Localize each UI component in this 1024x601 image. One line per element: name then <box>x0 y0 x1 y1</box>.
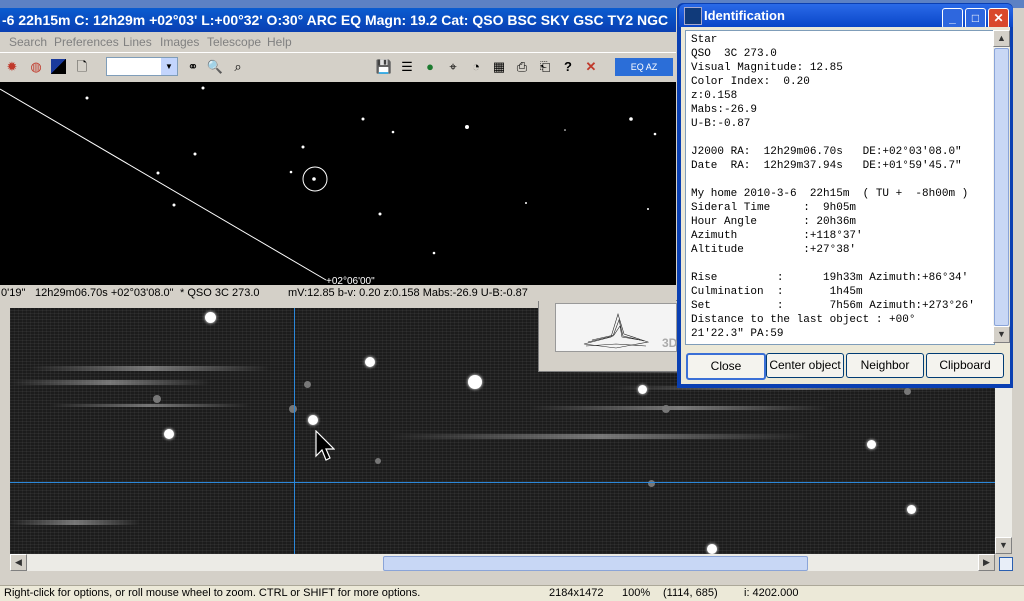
telescope-icon[interactable]: ⌖ <box>444 58 462 76</box>
identification-text[interactable]: Star QSO 3C 273.0 Visual Magnitude: 12.8… <box>685 30 995 345</box>
horizontal-scroll-thumb[interactable] <box>383 556 808 571</box>
status-hint: Right-click for options, or roll mouse w… <box>4 587 421 599</box>
menu-images[interactable]: Images <box>160 35 199 49</box>
mouse-cursor-icon <box>315 430 335 461</box>
crosshair-horizontal <box>10 482 995 483</box>
status-object: * QSO 3C 273.0 <box>180 287 260 299</box>
close-button[interactable]: Close <box>686 353 766 380</box>
list-icon[interactable]: ☰ <box>398 58 416 76</box>
page-icon[interactable]: 🗋 <box>73 58 91 76</box>
map-status-bar: 0'19" 12h29m06.70s +02°03'08.0" * QSO 3C… <box>0 285 676 301</box>
help-icon[interactable]: ? <box>559 58 577 76</box>
identification-scrollbar[interactable]: ▲ ▼ <box>993 30 1010 343</box>
menu-search[interactable]: Search <box>9 35 47 49</box>
binoculars-icon[interactable]: ⚭ <box>184 58 202 76</box>
menu-preferences[interactable]: Preferences <box>54 35 119 49</box>
status-cursor: (1114, 685) <box>663 587 718 599</box>
eq-az-toggle-icon[interactable]: EQ AZ <box>615 58 673 76</box>
zoom-out-icon[interactable]: ⌕ <box>229 58 247 76</box>
planet-icon[interactable]: ◍ <box>27 58 45 76</box>
maximize-icon[interactable]: □ <box>965 8 986 29</box>
window-title: -6 22h15m C: 12h29m +02°03' L:+00°32' O:… <box>2 12 669 28</box>
status-image-size: 2184x1472 <box>549 587 604 599</box>
crosshair-vertical <box>294 308 295 554</box>
cdc-title-bar: -6 22h15m C: 12h29m +02°03' L:+00°32' O:… <box>0 8 676 32</box>
menu-help[interactable]: Help <box>267 35 292 49</box>
field-combo[interactable]: ▼ <box>106 57 178 76</box>
status-coords: 12h29m06.70s +02°03'08.0" <box>35 287 174 299</box>
calendar-icon[interactable]: ▦ <box>490 58 508 76</box>
scroll-right-arrow-icon[interactable]: ▶ <box>978 554 995 571</box>
grid-label: +02°06'00" <box>326 276 375 285</box>
sun-icon[interactable]: ✹ <box>3 58 21 76</box>
resize-grip-icon[interactable] <box>999 557 1013 571</box>
minimize-icon[interactable]: _ <box>942 8 963 29</box>
identification-title: Identification <box>704 8 785 23</box>
window-close-icon[interactable]: ✕ <box>988 8 1009 29</box>
menu-lines[interactable]: Lines <box>123 35 152 49</box>
center-object-button[interactable]: Center object <box>766 353 844 378</box>
scroll-left-arrow-icon[interactable]: ◀ <box>10 554 27 571</box>
neighbor-button[interactable]: Neighbor <box>846 353 924 378</box>
sky-map[interactable]: +02°06'00" <box>0 82 676 285</box>
object-info: Star QSO 3C 273.0 Visual Magnitude: 12.8… <box>691 34 975 340</box>
3d-plot <box>555 303 677 352</box>
scroll-down-arrow-icon[interactable]: ▼ <box>993 326 1010 343</box>
menu-bar: Search Preferences Lines Images Telescop… <box>0 32 676 52</box>
identification-title-bar[interactable]: Identification _ □ ✕ <box>679 4 1013 29</box>
globe-icon[interactable]: ● <box>421 58 439 76</box>
scroll-down-arrow-icon[interactable]: ▼ <box>995 537 1012 554</box>
zoom-icon[interactable]: 🔍 <box>206 58 224 76</box>
app-icon <box>684 7 702 25</box>
scroll-thumb[interactable] <box>994 48 1009 326</box>
toolbar: ✹ ◍ 🗋 ⚭ 🔍 ⌕ 💾 ☰ ● ⌖ ◔ ▦ ⎙ ⎗ ? ✕ EQ AZ <box>0 52 676 83</box>
gauge-icon[interactable]: ◔ <box>467 58 485 76</box>
printer-setup-icon[interactable]: ⎗ <box>536 58 554 76</box>
status-intensity: i: 4202.000 <box>744 587 799 599</box>
clipboard-button[interactable]: Clipboard <box>926 353 1004 378</box>
scroll-up-arrow-icon[interactable]: ▲ <box>993 30 1010 47</box>
color-icon[interactable] <box>50 58 68 76</box>
status-zoom: 100% <box>622 587 651 599</box>
status-details: mV:12.85 b-v: 0.20 z:0.158 Mabs:-26.9 U-… <box>288 287 528 299</box>
3d-label: 3D <box>662 336 678 350</box>
close-icon[interactable]: ✕ <box>582 58 600 76</box>
status-field: 0'19" <box>1 287 26 299</box>
print-icon[interactable]: ⎙ <box>513 58 531 76</box>
chevron-down-icon[interactable]: ▼ <box>161 58 177 75</box>
save-icon[interactable]: 💾 <box>375 58 393 76</box>
menu-telescope[interactable]: Telescope <box>207 35 261 49</box>
status-bar: Right-click for options, or roll mouse w… <box>0 585 1024 601</box>
